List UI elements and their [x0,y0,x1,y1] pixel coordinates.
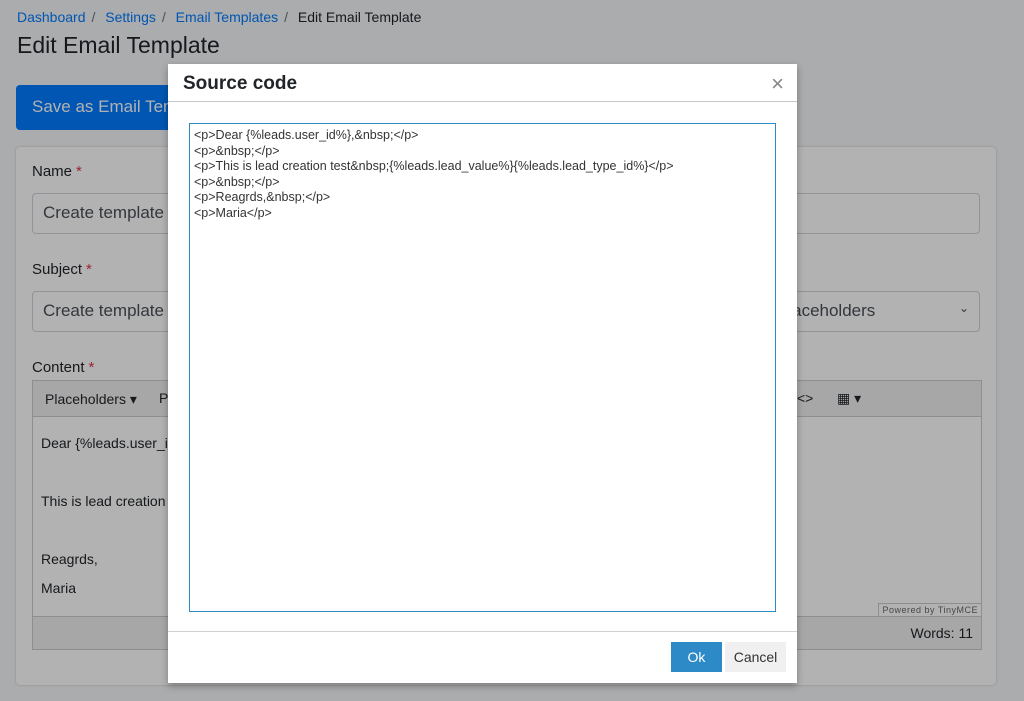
ok-button[interactable]: Ok [671,642,722,672]
source-code-textarea[interactable]: <p>Dear {%leads.user_id%},&nbsp;</p> <p>… [189,123,776,612]
dialog-title: Source code [183,73,298,94]
cancel-button[interactable]: Cancel [725,642,786,672]
dialog-footer: Ok Cancel [168,631,797,683]
close-icon[interactable]: × [771,71,784,97]
source-code-dialog: Source code × <p>Dear {%leads.user_id%},&… [168,64,797,683]
